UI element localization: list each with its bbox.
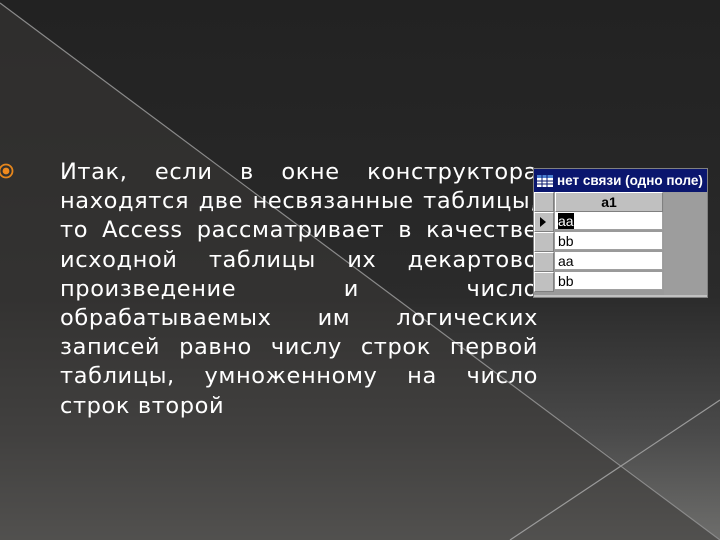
current-record-arrow-icon xyxy=(540,217,546,227)
cell-value[interactable]: bb xyxy=(558,273,574,289)
table-row[interactable]: bb xyxy=(555,232,663,250)
table-row[interactable]: aa xyxy=(555,252,663,270)
record-selector[interactable] xyxy=(534,272,554,292)
window-titlebar: нет связи (одно поле) xyxy=(534,169,707,192)
empty-grid-area xyxy=(664,192,707,295)
table-row[interactable]: bb xyxy=(555,272,663,290)
record-selector[interactable] xyxy=(534,252,554,272)
cell-value[interactable]: aa xyxy=(558,253,574,269)
table-icon xyxy=(537,174,553,187)
access-table-window: нет связи (одно поле) a1 aa bb aa bb xyxy=(533,168,708,298)
datasheet-grid: a1 aa bb aa bb xyxy=(534,192,707,295)
table-row[interactable]: aa xyxy=(555,212,663,230)
slide-paragraph: Итак, если в окне конструктора находятся… xyxy=(60,159,538,419)
corner-selector[interactable] xyxy=(534,192,554,212)
bullet-icon xyxy=(0,163,14,179)
window-title: нет связи (одно поле) xyxy=(557,173,703,188)
record-selector-column xyxy=(534,192,554,292)
cell-value[interactable]: bb xyxy=(558,233,574,249)
record-selector[interactable] xyxy=(534,232,554,252)
record-selector[interactable] xyxy=(534,212,554,232)
cell-value[interactable]: aa xyxy=(558,213,574,229)
column-header-a1[interactable]: a1 xyxy=(555,192,663,212)
